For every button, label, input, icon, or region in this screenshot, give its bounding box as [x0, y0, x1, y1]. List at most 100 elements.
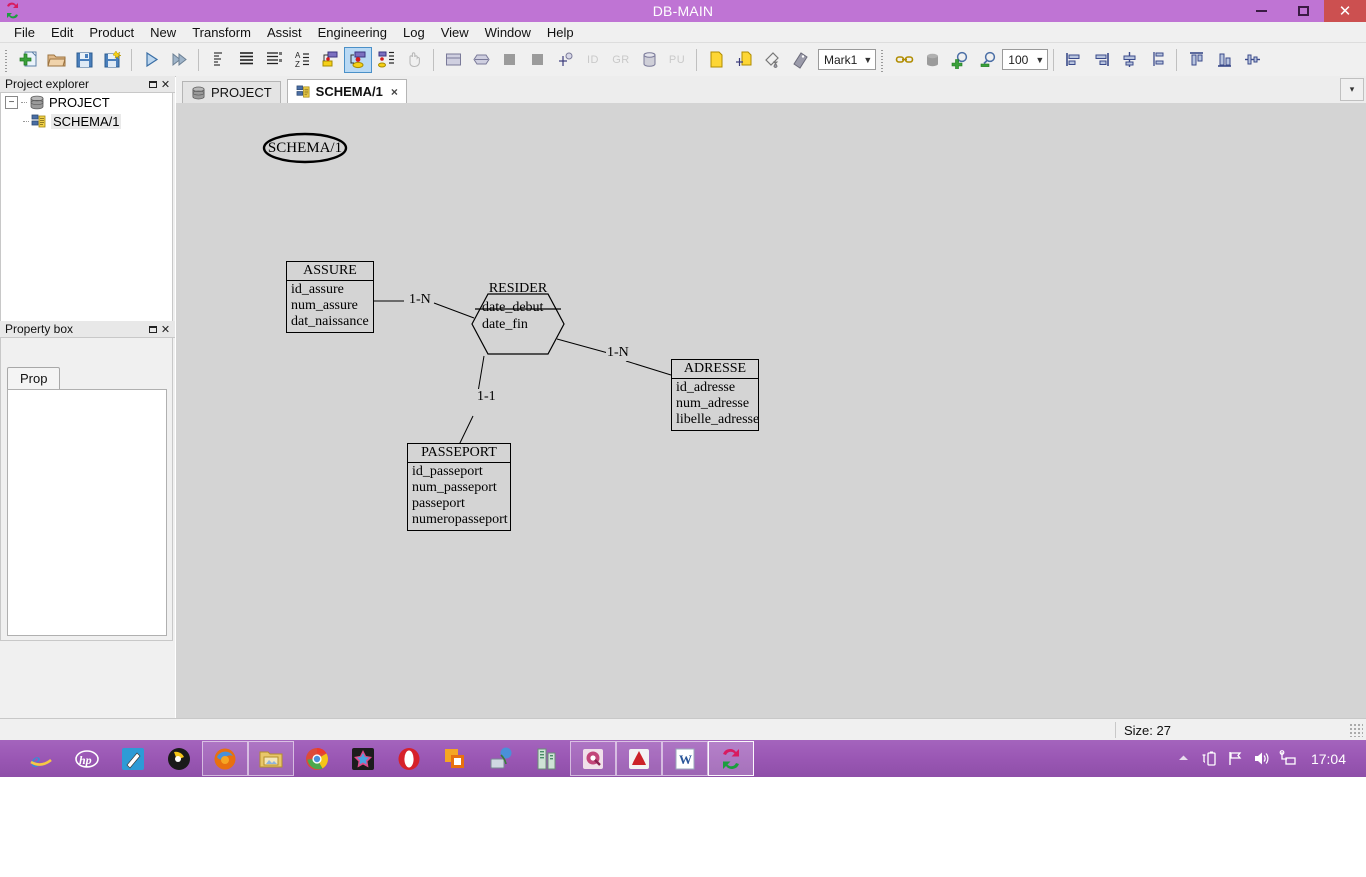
- property-box-close-icon[interactable]: ✕: [159, 323, 172, 336]
- schema-canvas[interactable]: SCHEMA/1 RESIDER date_debut date_fin ASS…: [176, 103, 1366, 718]
- schema-name-label[interactable]: SCHEMA/1: [264, 134, 346, 162]
- open-project-icon[interactable]: [42, 47, 70, 73]
- taskbar-photos[interactable]: [340, 741, 386, 776]
- entity-adresse[interactable]: ADRESSE id_adresse num_adresse libelle_a…: [671, 359, 759, 431]
- align-left-icon[interactable]: [1059, 47, 1087, 73]
- entity-assure[interactable]: ASSURE id_assure num_assure dat_naissanc…: [286, 261, 374, 333]
- taskbar-opera[interactable]: [386, 741, 432, 776]
- menu-log[interactable]: Log: [395, 23, 433, 42]
- graphical-view-selected-icon[interactable]: [344, 46, 372, 73]
- menu-edit[interactable]: Edit: [43, 23, 81, 42]
- taskbar-media-player[interactable]: [156, 741, 202, 776]
- run-fast-icon[interactable]: [165, 47, 193, 73]
- menu-product[interactable]: Product: [81, 23, 142, 42]
- volume-icon[interactable]: [1249, 740, 1275, 777]
- taskbar-office[interactable]: [432, 741, 478, 776]
- link-icon[interactable]: [890, 47, 918, 73]
- align-right-icon[interactable]: [1087, 47, 1115, 73]
- tab-schema-close-icon[interactable]: ×: [391, 85, 398, 99]
- taskbar-internet-explorer[interactable]: e: [18, 741, 64, 776]
- paint-icon[interactable]: [758, 47, 786, 73]
- align-middle-icon[interactable]: [1238, 47, 1266, 73]
- property-box-restore-icon[interactable]: [146, 323, 159, 336]
- zoom-add-icon[interactable]: [946, 47, 974, 73]
- collection-group-icon[interactable]: [918, 47, 946, 73]
- property-box-content[interactable]: [7, 389, 167, 636]
- zoom-out-icon[interactable]: [974, 47, 1002, 73]
- tree-node-project[interactable]: − PROJECT: [1, 93, 172, 112]
- standard-view-icon[interactable]: [232, 47, 260, 73]
- taskbar-word[interactable]: W: [662, 741, 708, 776]
- menu-transform[interactable]: Transform: [184, 23, 259, 42]
- taskbar-firefox[interactable]: [202, 741, 248, 776]
- minimize-button[interactable]: [1240, 0, 1282, 22]
- align-bottom-icon[interactable]: [1210, 47, 1238, 73]
- tree-node-schema[interactable]: SCHEMA/1: [1, 112, 172, 131]
- tab-prop[interactable]: Prop: [7, 367, 61, 390]
- collection-icon[interactable]: [635, 47, 663, 73]
- constraint-icon[interactable]: [551, 47, 579, 73]
- pu-icon[interactable]: PU: [663, 47, 691, 73]
- extended-view-icon[interactable]: [260, 47, 288, 73]
- taskbar-db-main[interactable]: [708, 741, 754, 776]
- tab-project[interactable]: PROJECT: [182, 81, 281, 103]
- project-explorer-restore-icon[interactable]: [146, 78, 159, 91]
- menu-view[interactable]: View: [433, 23, 477, 42]
- entity-icon[interactable]: [439, 47, 467, 73]
- entity-passeport[interactable]: PASSEPORT id_passeport num_passeport pas…: [407, 443, 511, 531]
- zoom-combo[interactable]: 100 ▼: [1002, 49, 1049, 70]
- group-icon[interactable]: [523, 47, 551, 73]
- toolbar-grip-1[interactable]: [3, 47, 12, 72]
- attribute-icon[interactable]: [495, 47, 523, 73]
- pan-hand-icon[interactable]: [400, 47, 428, 73]
- main-toolbar: A Z ID GR PU Mark1 ▼ 100 ▼: [0, 43, 1366, 77]
- network-icon[interactable]: [1275, 740, 1301, 777]
- taskbar-network[interactable]: [478, 741, 524, 776]
- toolbar-grip-2[interactable]: [879, 47, 889, 72]
- id-icon[interactable]: ID: [579, 47, 607, 73]
- distribute-icon[interactable]: [1143, 47, 1171, 73]
- menu-help[interactable]: Help: [539, 23, 582, 42]
- show-hidden-icons-button[interactable]: [1171, 740, 1197, 777]
- close-button[interactable]: ✕: [1324, 0, 1366, 22]
- expander-icon[interactable]: −: [5, 96, 18, 109]
- align-center-vertical-icon[interactable]: [1115, 47, 1143, 73]
- relationship-icon[interactable]: [467, 47, 495, 73]
- tab-overflow-button[interactable]: ▾: [1340, 78, 1364, 101]
- menu-new[interactable]: New: [142, 23, 184, 42]
- taskbar-game[interactable]: [110, 741, 156, 776]
- flag-action-center-icon[interactable]: [1223, 740, 1249, 777]
- compact-view-icon[interactable]: [204, 47, 232, 73]
- graphical-split-view-icon[interactable]: [372, 47, 400, 73]
- menu-assist[interactable]: Assist: [259, 23, 310, 42]
- save-as-icon[interactable]: [98, 47, 126, 73]
- graphical-view-icon[interactable]: [316, 47, 344, 73]
- project-explorer-title: Project explorer: [5, 77, 90, 91]
- tab-schema[interactable]: SCHEMA/1 ×: [286, 79, 407, 103]
- attribute-id-passeport: id_passeport: [412, 464, 483, 479]
- taskbar-server[interactable]: [524, 741, 570, 776]
- menu-window[interactable]: Window: [477, 23, 539, 42]
- taskbar-access[interactable]: [570, 741, 616, 776]
- tag-icon[interactable]: [786, 47, 814, 73]
- project-explorer-close-icon[interactable]: ✕: [159, 78, 172, 91]
- menu-file[interactable]: File: [6, 23, 43, 42]
- taskbar-file-explorer[interactable]: [248, 741, 294, 776]
- taskbar-chrome[interactable]: [294, 741, 340, 776]
- maximize-button[interactable]: [1282, 0, 1324, 22]
- sorted-view-icon[interactable]: A Z: [288, 47, 316, 73]
- battery-icon[interactable]: [1197, 740, 1223, 777]
- align-top-icon[interactable]: [1182, 47, 1210, 73]
- menu-engineering[interactable]: Engineering: [310, 23, 395, 42]
- run-icon[interactable]: [137, 47, 165, 73]
- note-icon[interactable]: [702, 47, 730, 73]
- taskbar-clock[interactable]: 17:04: [1301, 751, 1360, 767]
- taskbar-acrobat-reader[interactable]: [616, 741, 662, 776]
- taskbar-hp-support[interactable]: hp: [64, 741, 110, 776]
- mark-combo[interactable]: Mark1 ▼: [818, 49, 877, 70]
- save-icon[interactable]: [70, 47, 98, 73]
- resize-grip-icon[interactable]: [1349, 723, 1363, 737]
- new-project-icon[interactable]: [14, 47, 42, 73]
- gr-icon[interactable]: GR: [607, 47, 635, 73]
- add-note-icon[interactable]: [730, 47, 758, 73]
